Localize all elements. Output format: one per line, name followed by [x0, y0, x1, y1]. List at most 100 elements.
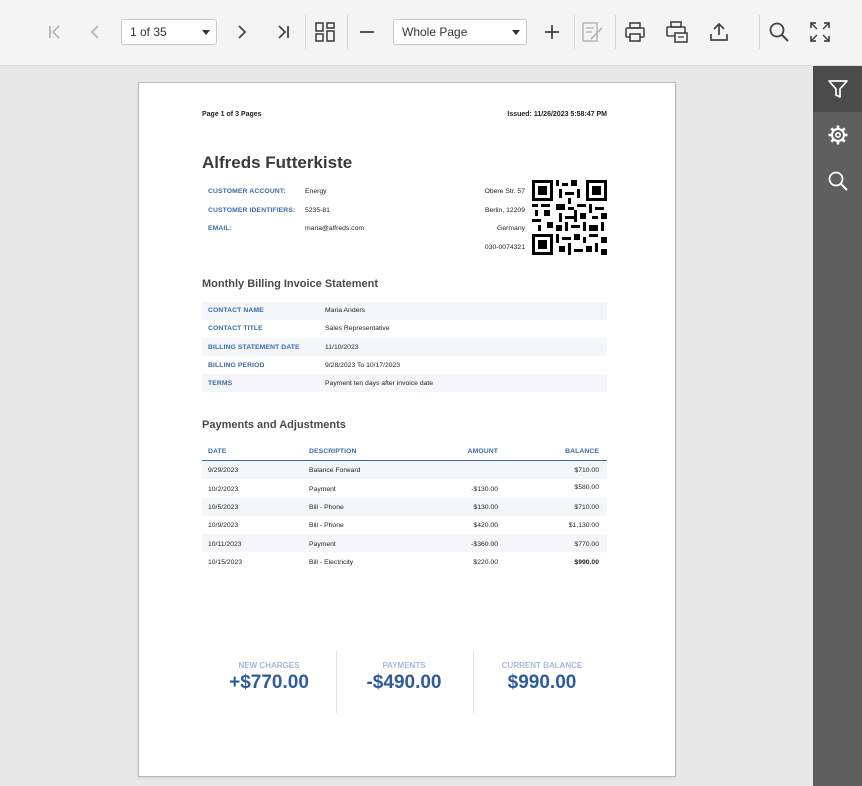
- column-header-amount: AMOUNT: [467, 448, 498, 455]
- zoom-in-button[interactable]: [533, 13, 571, 51]
- table-cell-description: Bill - Electricity: [309, 559, 354, 566]
- table-cell-amount: -$360.00: [471, 541, 498, 548]
- side-panel: [813, 66, 862, 786]
- customer-account-label: CUSTOMER ACCOUNT:: [208, 188, 286, 195]
- statement-value: 11/10/2023: [325, 344, 359, 351]
- summary-label-payments: PAYMENTS: [382, 661, 426, 670]
- parameters-filter-button[interactable]: [813, 66, 862, 112]
- previous-page-icon: [90, 25, 99, 39]
- page-selector[interactable]: 1 of 35: [121, 19, 217, 45]
- search-icon: [769, 22, 789, 42]
- statement-title: Monthly Billing Invoice Statement: [202, 278, 379, 290]
- print-page-button[interactable]: [658, 13, 696, 51]
- summary-value-current-balance: $990.00: [507, 672, 577, 693]
- summary-label-new-charges: NEW CHARGES: [238, 661, 300, 670]
- table-cell-description: Payment: [309, 486, 336, 493]
- statement-value: Sales Representative: [325, 325, 390, 332]
- chevron-down-icon: [202, 30, 210, 35]
- table-cell-balance: $710.00: [574, 504, 599, 511]
- zoom-in-icon: [545, 25, 559, 39]
- last-page-button[interactable]: [264, 13, 302, 51]
- payments-title: Payments and Adjustments: [202, 419, 346, 431]
- customer-identifiers-value: 5235-81: [305, 207, 330, 214]
- next-page-icon: [238, 25, 247, 39]
- table-cell-description: Payment: [309, 541, 336, 548]
- export-button[interactable]: [700, 13, 738, 51]
- summary-value-payments: -$490.00: [366, 672, 442, 693]
- zoom-out-button[interactable]: [348, 13, 386, 51]
- search-button[interactable]: [760, 13, 798, 51]
- multipage-button[interactable]: [306, 13, 344, 51]
- first-page-icon: [49, 25, 60, 39]
- table-cell-amount: $130.00: [473, 504, 498, 511]
- statement-label: BILLING PERIOD: [208, 362, 265, 369]
- gear-icon: [828, 125, 847, 145]
- table-cell-date: 10/2/2023: [208, 486, 239, 493]
- summary-value-new-charges: +$770.00: [229, 672, 309, 693]
- first-page-button[interactable]: [36, 13, 74, 51]
- table-cell-date: 10/11/2023: [208, 541, 242, 548]
- table-cell-date: 10/9/2023: [208, 522, 239, 529]
- table-cell-date: 10/15/2023: [208, 559, 243, 566]
- column-header-date: DATE: [208, 448, 227, 455]
- table-cell-balance: $770.00: [574, 541, 599, 548]
- fullscreen-icon: [810, 22, 830, 42]
- filter-icon: [827, 80, 848, 98]
- column-header-balance: BALANCE: [565, 448, 599, 455]
- table-cell-date: 9/29/2023: [208, 467, 239, 474]
- settings-button[interactable]: [813, 112, 862, 158]
- statement-value: Maria Anders: [325, 307, 366, 314]
- statement-label: CONTACT TITLE: [208, 325, 263, 332]
- customer-identifiers-label: CUSTOMER IDENTIFIERS:: [208, 207, 296, 214]
- qr-code: [532, 180, 607, 255]
- zoom-out-icon: [360, 31, 374, 33]
- search-icon: [828, 171, 848, 191]
- column-header-description: DESCRIPTION: [309, 448, 357, 455]
- email-label: EMAIL:: [208, 225, 233, 232]
- print-button[interactable]: [616, 13, 654, 51]
- table-cell-amount: $220.00: [473, 559, 498, 566]
- zoom-selector[interactable]: Whole Page: [393, 19, 527, 45]
- table-cell-amount: -$130.00: [471, 486, 498, 493]
- report-page: Page 1 of 3 Pages Issued: 11/26/2023 5:5…: [138, 82, 676, 777]
- statement-label: TERMS: [208, 380, 233, 387]
- summary-label-current-balance: CURRENT BALANCE: [501, 661, 583, 670]
- company-name: Alfreds Futterkiste: [202, 153, 353, 172]
- issued-date: Issued: 11/26/2023 5:58:47 PM: [507, 111, 607, 118]
- table-cell-amount: $420.00: [473, 522, 498, 529]
- statement-label: CONTACT NAME: [208, 307, 264, 314]
- statement-value: 9/28/2023 To 10/17/2023: [325, 362, 401, 369]
- table-cell-description: Bill - Phone: [309, 504, 344, 511]
- editing-fields-button[interactable]: [574, 13, 612, 51]
- side-search-button[interactable]: [813, 158, 862, 204]
- email-value: maria@alfreds.com: [305, 225, 365, 232]
- print-icon: [625, 22, 645, 42]
- toolbar: 1 of 35 Whole Page: [0, 0, 862, 66]
- previous-page-button[interactable]: [76, 13, 114, 51]
- table-cell-description: Balance Forward: [309, 467, 361, 474]
- page-selector-value: 1 of 35: [130, 25, 167, 39]
- customer-account-value: Energy: [305, 188, 327, 195]
- page-info: Page 1 of 3 Pages: [202, 111, 262, 118]
- address-phone: 030-0074321: [484, 244, 525, 251]
- statement-value: Payment ten days after invoice date: [325, 380, 434, 387]
- table-cell-balance: $1,130.00: [568, 522, 599, 529]
- next-page-button[interactable]: [223, 13, 261, 51]
- table-cell-balance: $710.00: [574, 467, 599, 474]
- zoom-selector-value: Whole Page: [402, 25, 468, 39]
- print-page-icon: [666, 21, 688, 43]
- table-cell-balance: $580.00: [574, 484, 599, 491]
- statement-label: BILLING STATEMENT DATE: [208, 344, 300, 351]
- address-city: Berlin, 12209: [484, 207, 525, 214]
- export-icon: [710, 22, 728, 41]
- address-country: Germany: [497, 225, 525, 232]
- editing-fields-icon: [582, 22, 603, 42]
- table-cell-date: 10/5/2023: [208, 504, 239, 511]
- address-street: Obere Str. 57: [484, 188, 525, 195]
- last-page-icon: [278, 25, 289, 39]
- fullscreen-button[interactable]: [801, 13, 839, 51]
- chevron-down-icon: [512, 30, 520, 35]
- table-cell-balance: $990.00: [574, 559, 599, 566]
- table-cell-description: Bill - Phone: [309, 522, 344, 529]
- document-viewer[interactable]: Page 1 of 3 Pages Issued: 11/26/2023 5:5…: [0, 66, 813, 786]
